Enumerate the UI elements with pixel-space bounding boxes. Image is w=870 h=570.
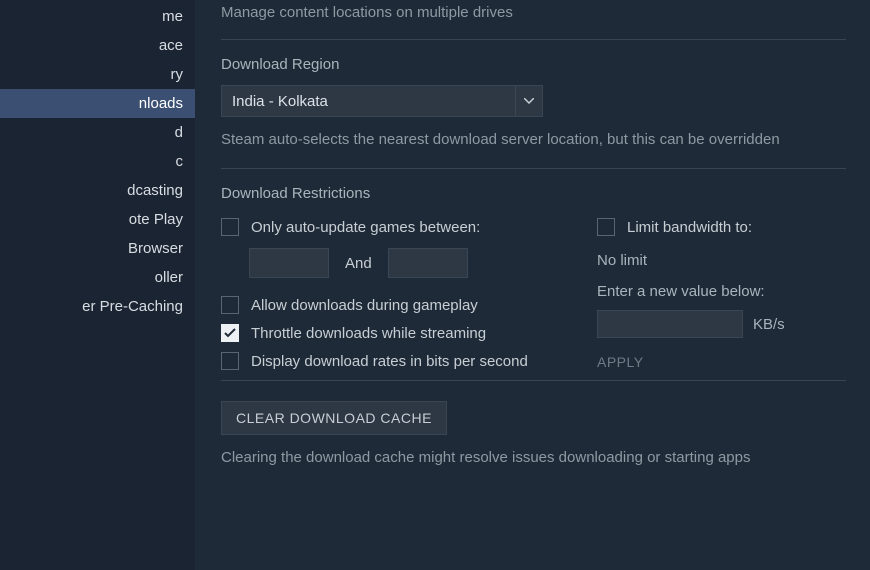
main-panel: Manage content locations on multiple dri…: [195, 0, 870, 570]
restrictions-grid: Only auto-update games between: And Allo…: [221, 214, 846, 380]
sidebar-item-1[interactable]: ace: [0, 31, 195, 60]
allow-gameplay-checkbox-row[interactable]: Allow downloads during gameplay: [221, 296, 571, 314]
time-from-input[interactable]: [249, 248, 329, 278]
download-region-note: Steam auto-selects the nearest download …: [221, 131, 846, 148]
restrictions-left: Only auto-update games between: And Allo…: [221, 214, 571, 380]
throttle-streaming-label: Throttle downloads while streaming: [251, 325, 486, 342]
checkbox-checked-icon: [221, 324, 239, 342]
auto-update-time-range: And: [249, 248, 571, 278]
sidebar-item-label: ace: [159, 37, 183, 54]
sidebar-item-10[interactable]: er Pre-Caching: [0, 292, 195, 321]
sidebar-item-label: ote Play: [129, 211, 183, 228]
sidebar-item-downloads[interactable]: nloads: [0, 89, 195, 118]
sidebar-item-6[interactable]: dcasting: [0, 176, 195, 205]
bandwidth-input[interactable]: [597, 310, 743, 338]
sidebar: me ace ry nloads d c dcasting ote Play B…: [0, 0, 195, 570]
throttle-streaming-checkbox-row[interactable]: Throttle downloads while streaming: [221, 324, 571, 342]
download-region-select[interactable]: India - Kolkata: [221, 85, 543, 117]
divider: [221, 380, 846, 381]
download-restrictions-title: Download Restrictions: [221, 185, 846, 202]
sidebar-item-label: er Pre-Caching: [82, 298, 183, 315]
clear-cache-note: Clearing the download cache might resolv…: [221, 449, 846, 466]
time-to-input[interactable]: [388, 248, 468, 278]
sidebar-item-0[interactable]: me: [0, 2, 195, 31]
sidebar-item-label: oller: [155, 269, 183, 286]
sidebar-item-5[interactable]: c: [0, 147, 195, 176]
bits-per-second-checkbox-row[interactable]: Display download rates in bits per secon…: [221, 352, 571, 370]
download-region-title: Download Region: [221, 56, 846, 73]
checkbox-icon: [221, 296, 239, 314]
sidebar-item-label: Browser: [128, 240, 183, 257]
sidebar-item-label: ry: [171, 66, 184, 83]
sidebar-item-2[interactable]: ry: [0, 60, 195, 89]
bandwidth-row: KB/s: [597, 310, 837, 338]
auto-update-label: Only auto-update games between:: [251, 219, 480, 236]
download-region-value: India - Kolkata: [221, 85, 515, 117]
sidebar-item-7[interactable]: ote Play: [0, 205, 195, 234]
restrictions-right: Limit bandwidth to: No limit Enter a new…: [597, 214, 837, 380]
sidebar-item-4[interactable]: d: [0, 118, 195, 147]
enter-value-label: Enter a new value below:: [597, 283, 837, 300]
sidebar-item-label: me: [162, 8, 183, 25]
content-locations-desc: Manage content locations on multiple dri…: [221, 4, 846, 21]
sidebar-item-label: nloads: [139, 95, 183, 112]
sidebar-item-label: dcasting: [127, 182, 183, 199]
divider: [221, 39, 846, 40]
allow-gameplay-label: Allow downloads during gameplay: [251, 297, 478, 314]
sidebar-item-9[interactable]: oller: [0, 263, 195, 292]
checkbox-icon: [221, 218, 239, 236]
apply-button[interactable]: APPLY: [597, 354, 837, 370]
kbps-label: KB/s: [753, 316, 785, 333]
and-label: And: [345, 255, 372, 272]
no-limit-text: No limit: [597, 252, 837, 269]
checkbox-icon: [221, 352, 239, 370]
sidebar-item-label: d: [175, 124, 183, 141]
checkbox-icon: [597, 218, 615, 236]
sidebar-item-label: c: [176, 153, 184, 170]
chevron-down-icon: [515, 85, 543, 117]
limit-bandwidth-label: Limit bandwidth to:: [627, 219, 752, 236]
divider: [221, 168, 846, 169]
bits-per-second-label: Display download rates in bits per secon…: [251, 353, 528, 370]
auto-update-checkbox-row[interactable]: Only auto-update games between:: [221, 218, 571, 236]
limit-bandwidth-checkbox-row[interactable]: Limit bandwidth to:: [597, 218, 837, 236]
clear-download-cache-button[interactable]: CLEAR DOWNLOAD CACHE: [221, 401, 447, 435]
sidebar-item-8[interactable]: Browser: [0, 234, 195, 263]
